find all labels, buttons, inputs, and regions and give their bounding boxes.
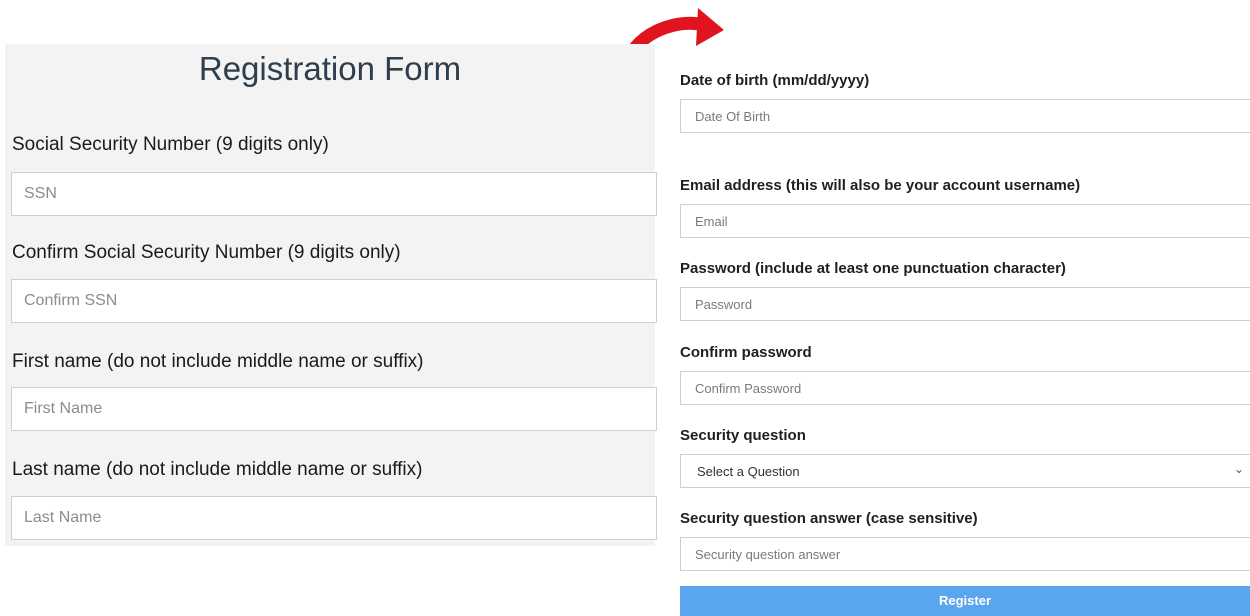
ssn-label: Social Security Number (9 digits only) <box>12 134 329 155</box>
email-input[interactable] <box>680 204 1250 238</box>
chevron-down-icon: ⌄ <box>1233 462 1244 476</box>
password-label: Password (include at least one punctuati… <box>680 260 1066 277</box>
confirm-password-input[interactable] <box>680 371 1250 405</box>
security-question-selected: Select a Question <box>697 464 800 479</box>
dob-label: Date of birth (mm/dd/yyyy) <box>680 72 870 89</box>
password-input[interactable] <box>680 287 1250 321</box>
email-label: Email address (this will also be your ac… <box>680 177 1081 194</box>
security-answer-label: Security question answer (case sensitive… <box>680 510 978 527</box>
confirm-ssn-label: Confirm Social Security Number (9 digits… <box>12 242 401 263</box>
security-question-label: Security question <box>680 427 806 444</box>
ssn-input[interactable] <box>11 172 657 216</box>
form-title: Registration Form <box>198 50 462 87</box>
last-name-label: Last name (do not include middle name or… <box>12 459 423 480</box>
register-button[interactable]: Register <box>680 586 1250 616</box>
last-name-input[interactable] <box>11 496 657 540</box>
dob-input[interactable] <box>680 99 1250 133</box>
security-question-select[interactable]: Select a Question ⌄ <box>680 454 1250 488</box>
left-registration-panel: Registration Form Social Security Number… <box>5 44 657 546</box>
right-registration-panel: Date of birth (mm/dd/yyyy) Email address… <box>676 66 1250 616</box>
first-name-input[interactable] <box>11 387 657 431</box>
security-answer-input[interactable] <box>680 537 1250 571</box>
confirm-ssn-input[interactable] <box>11 279 657 323</box>
first-name-label: First name (do not include middle name o… <box>12 351 424 372</box>
confirm-password-label: Confirm password <box>680 344 812 361</box>
